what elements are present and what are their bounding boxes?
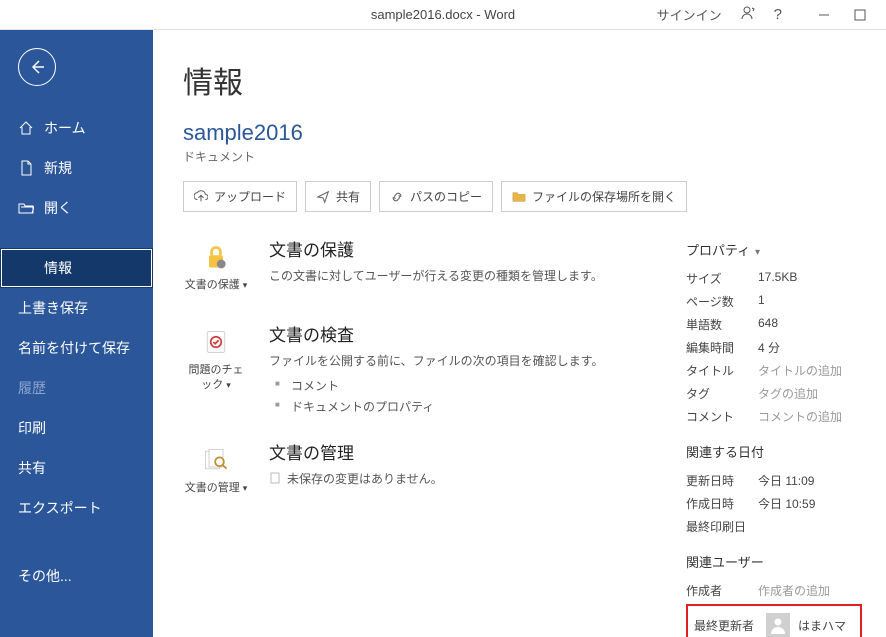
- nav-history-label: 履歴: [18, 378, 46, 398]
- prop-lastprint-key: 最終印刷日: [686, 518, 758, 535]
- prop-modified-val: 今日 11:09: [758, 472, 814, 489]
- inspect-tile-label: 問題のチェック: [189, 364, 244, 390]
- prop-lastmod-val: はまハマ: [798, 617, 846, 634]
- nav-saveas-label: 名前を付けて保存: [18, 338, 130, 358]
- check-issues-tile[interactable]: 問題のチェック ▾: [183, 321, 249, 399]
- nav-save[interactable]: 上書き保存: [0, 288, 153, 328]
- upload-icon: [194, 190, 208, 204]
- document-name: sample2016: [183, 120, 856, 146]
- link-icon: [390, 190, 404, 204]
- prop-created-key: 作成日時: [686, 495, 758, 512]
- manage-icon: [202, 446, 230, 474]
- nav-info-label: 情報: [44, 258, 72, 278]
- protect-tile-label: 文書の保護: [185, 279, 240, 291]
- chevron-down-icon: ▾: [752, 247, 760, 258]
- document-small-icon: [269, 472, 281, 484]
- page-title: 情報: [183, 58, 856, 102]
- protect-heading: 文書の保護: [269, 236, 603, 261]
- last-modified-by-highlight: 最終更新者 はまハマ: [686, 604, 862, 637]
- nav-history: 履歴: [0, 368, 153, 408]
- prop-comment-key: コメント: [686, 408, 758, 425]
- protect-document-tile[interactable]: 文書の保護 ▾: [183, 236, 249, 299]
- manage-desc: 未保存の変更はありません。: [287, 472, 443, 486]
- account-icon[interactable]: [740, 5, 756, 24]
- manage-document-tile[interactable]: 文書の管理 ▾: [183, 439, 249, 502]
- nav-home-label: ホーム: [44, 118, 86, 138]
- prop-tag-key: タグ: [686, 385, 758, 402]
- properties-panel: プロパティ ▾ サイズ17.5KB ページ数1 単語数648 編集時間4 分 タ…: [686, 240, 862, 637]
- open-folder-icon: [18, 200, 34, 216]
- help-icon[interactable]: ?: [774, 6, 782, 23]
- share-icon: [316, 190, 330, 204]
- prop-size-val: 17.5KB: [758, 270, 797, 287]
- prop-author-key: 作成者: [686, 582, 758, 599]
- nav-share-label: 共有: [18, 458, 46, 478]
- user-avatar-icon: [766, 613, 790, 637]
- nav-new[interactable]: 新規: [0, 148, 153, 188]
- nav-new-label: 新規: [44, 158, 72, 178]
- nav-share[interactable]: 共有: [0, 448, 153, 488]
- manage-heading: 文書の管理: [269, 439, 443, 464]
- inspect-desc: ファイルを公開する前に、ファイルの次の項目を確認します。: [269, 352, 603, 369]
- inspect-icon: [202, 328, 230, 356]
- prop-tag-val[interactable]: タグの追加: [758, 385, 818, 402]
- prop-lastmod-key: 最終更新者: [694, 617, 766, 634]
- copy-path-label: パスのコピー: [410, 188, 482, 205]
- nav-info[interactable]: 情報: [0, 248, 153, 288]
- manage-tile-label: 文書の管理: [185, 482, 240, 494]
- nav-save-label: 上書き保存: [18, 298, 88, 318]
- inspect-heading: 文書の検査: [269, 321, 603, 346]
- prop-modified-key: 更新日時: [686, 472, 758, 489]
- related-users-heading: 関連ユーザー: [686, 552, 862, 571]
- prop-title-key: タイトル: [686, 362, 758, 379]
- nav-open-label: 開く: [44, 198, 72, 218]
- prop-edittime-val: 4 分: [758, 339, 780, 356]
- prop-size-key: サイズ: [686, 270, 758, 287]
- maximize-button[interactable]: [846, 5, 874, 25]
- protect-desc: この文書に対してユーザーが行える変更の種類を管理します。: [269, 267, 603, 284]
- prop-words-key: 単語数: [686, 316, 758, 333]
- window-title: sample2016.docx - Word: [371, 7, 515, 22]
- share-label: 共有: [336, 188, 360, 205]
- titlebar: sample2016.docx - Word サインイン ?: [0, 0, 886, 30]
- new-doc-icon: [18, 160, 34, 176]
- upload-button[interactable]: アップロード: [183, 181, 297, 212]
- prop-title-val[interactable]: タイトルの追加: [758, 362, 842, 379]
- lock-icon: [202, 243, 230, 271]
- prop-comment-val[interactable]: コメントの追加: [758, 408, 842, 425]
- prop-author-val[interactable]: 作成者の追加: [758, 582, 830, 599]
- nav-print[interactable]: 印刷: [0, 408, 153, 448]
- nav-print-label: 印刷: [18, 418, 46, 438]
- upload-label: アップロード: [214, 188, 286, 205]
- copy-path-button[interactable]: パスのコピー: [379, 181, 493, 212]
- prop-edittime-key: 編集時間: [686, 339, 758, 356]
- nav-saveas[interactable]: 名前を付けて保存: [0, 328, 153, 368]
- info-page: 情報 sample2016 ドキュメント アップロード 共有 パスのコピー ファ…: [153, 30, 886, 637]
- open-location-label: ファイルの保存場所を開く: [532, 188, 676, 205]
- prop-words-val: 648: [758, 316, 778, 333]
- nav-export-label: エクスポート: [18, 498, 102, 518]
- folder-icon: [512, 190, 526, 204]
- open-location-button[interactable]: ファイルの保存場所を開く: [501, 181, 687, 212]
- document-type: ドキュメント: [183, 148, 856, 165]
- nav-other[interactable]: その他...: [0, 556, 153, 596]
- nav-open[interactable]: 開く: [0, 188, 153, 228]
- properties-heading[interactable]: プロパティ ▾: [686, 240, 862, 259]
- minimize-button[interactable]: [810, 5, 838, 25]
- related-dates-heading: 関連する日付: [686, 442, 862, 461]
- inspect-bullet-2: ドキュメントのプロパティ: [275, 396, 603, 417]
- share-button[interactable]: 共有: [305, 181, 371, 212]
- nav-export[interactable]: エクスポート: [0, 488, 153, 528]
- nav-home[interactable]: ホーム: [0, 108, 153, 148]
- inspect-bullet-1: コメント: [275, 375, 603, 396]
- signin-link[interactable]: サインイン: [657, 5, 722, 24]
- nav-other-label: その他...: [18, 566, 72, 586]
- home-icon: [18, 120, 34, 136]
- prop-created-val: 今日 10:59: [758, 495, 815, 512]
- backstage-sidebar: ホーム 新規 開く 情報 上書き保存 名前を付けて保存 履歴 印刷 共有 エクス…: [0, 30, 153, 637]
- back-button[interactable]: [18, 48, 56, 86]
- prop-pages-val: 1: [758, 293, 765, 310]
- prop-pages-key: ページ数: [686, 293, 758, 310]
